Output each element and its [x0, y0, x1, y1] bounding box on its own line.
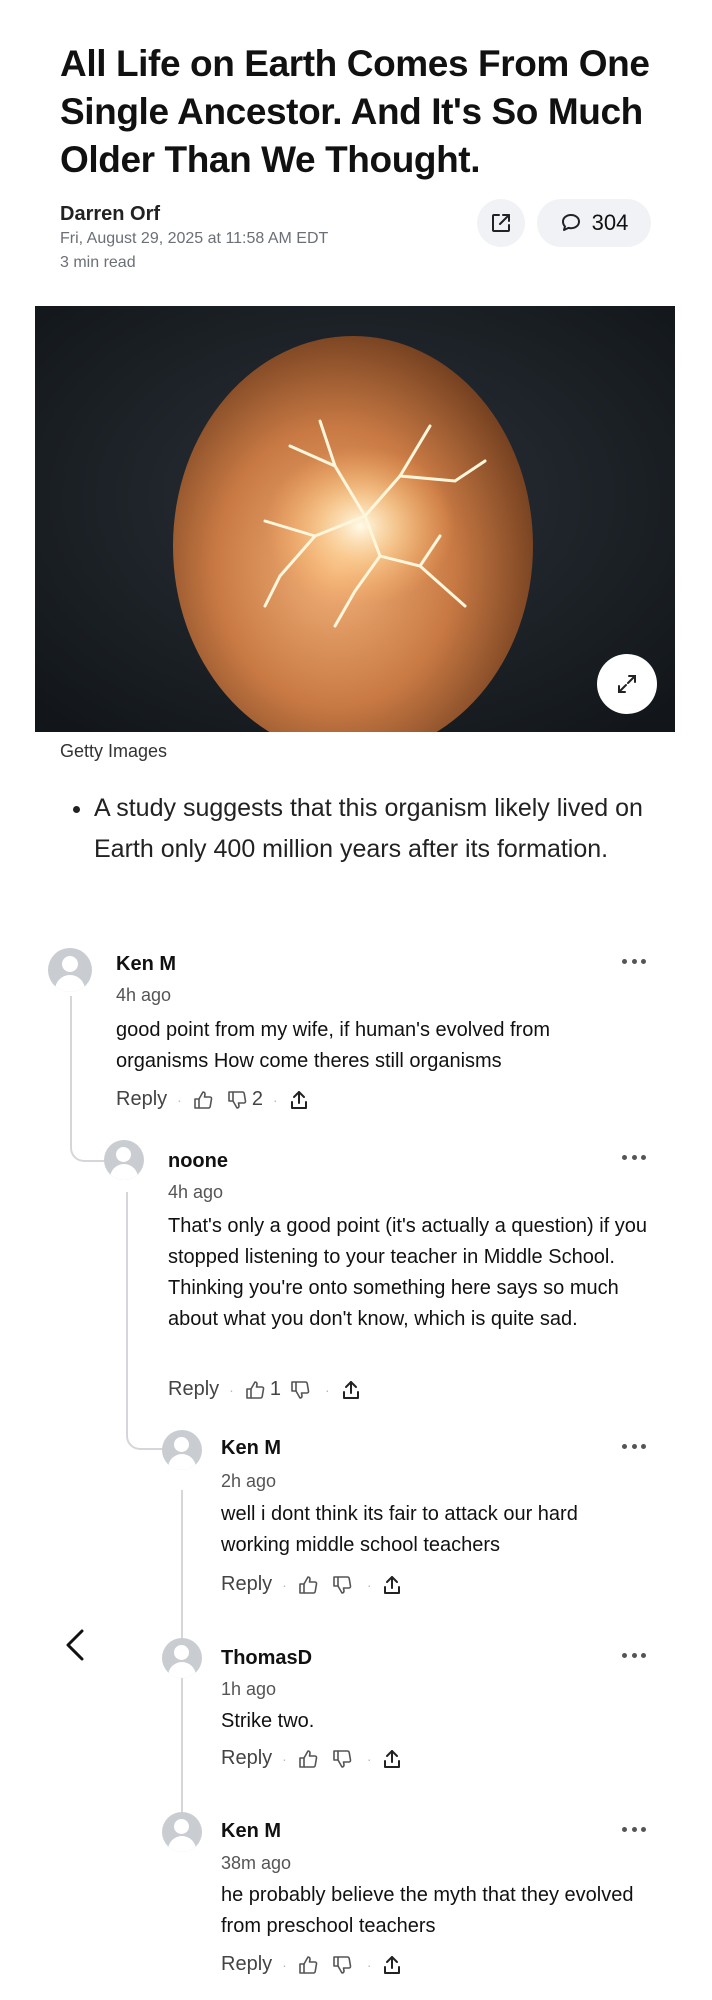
avatar[interactable]	[162, 1638, 202, 1678]
reply-button[interactable]: Reply	[221, 1953, 272, 1976]
thumbs-down-icon[interactable]	[226, 1089, 248, 1111]
comment-text: Strike two.	[221, 1710, 315, 1732]
comment-time: 4h ago	[116, 985, 172, 1005]
commenter-name[interactable]: ThomasD	[221, 1647, 312, 1670]
back-button[interactable]	[60, 1625, 90, 1665]
share-icon	[492, 214, 510, 232]
thumbs-up-icon[interactable]	[244, 1379, 266, 1401]
article-title: All Life on Earth Comes From One Single …	[60, 43, 650, 180]
read-time: 3 min read	[60, 254, 136, 271]
comment-text: well i dont think its fair to attack our…	[221, 1503, 578, 1556]
author-name[interactable]: Darren Orf	[60, 203, 160, 226]
comment-time: 2h ago	[221, 1471, 277, 1491]
comment-actions: Reply · ·	[221, 1747, 403, 1770]
more-dots-icon[interactable]	[622, 959, 646, 965]
comment-count: 304	[591, 210, 629, 235]
comment-actions: Reply · 1 ·	[168, 1378, 362, 1401]
thumbs-down-icon[interactable]	[331, 1954, 353, 1976]
avatar[interactable]	[162, 1430, 202, 1470]
hero-image[interactable]	[35, 306, 675, 732]
dislike-count: 2	[251, 1088, 263, 1110]
like-count: 1	[269, 1378, 281, 1400]
more-dots-icon[interactable]	[622, 1155, 646, 1161]
avatar[interactable]	[104, 1140, 144, 1180]
comment-text: That's only a good point (it's actually …	[168, 1215, 648, 1330]
avatar[interactable]	[162, 1812, 202, 1852]
comment-text: good point from my wife, if human's evol…	[116, 1019, 551, 1072]
commenter-name[interactable]: Ken M	[116, 953, 176, 976]
reply-button[interactable]: Reply	[168, 1378, 219, 1401]
comment-actions: Reply · ·	[221, 1573, 403, 1596]
reply-button[interactable]: Reply	[221, 1747, 272, 1770]
thumbs-down-icon[interactable]	[331, 1748, 353, 1770]
thread-line	[70, 996, 120, 1162]
upload-icon[interactable]	[381, 1574, 403, 1596]
expand-icon	[618, 675, 636, 693]
thumbs-up-icon[interactable]	[297, 1574, 319, 1596]
comment-time: 1h ago	[221, 1679, 277, 1699]
comment-time: 38m ago	[221, 1853, 292, 1873]
thread-line	[126, 1192, 174, 1450]
upload-icon[interactable]	[381, 1954, 403, 1976]
more-dots-icon[interactable]	[622, 1827, 646, 1833]
comments-button[interactable]: 304	[537, 199, 651, 247]
thumbs-up-icon[interactable]	[297, 1954, 319, 1976]
comment-actions: Reply · ·	[221, 1953, 403, 1976]
reply-button[interactable]: Reply	[221, 1573, 272, 1596]
key-point-text: A study suggests that this organism like…	[94, 788, 660, 870]
commenter-name[interactable]: noone	[168, 1150, 228, 1173]
comment-time: 4h ago	[168, 1182, 224, 1202]
thumbs-up-icon[interactable]	[192, 1089, 214, 1111]
upload-icon[interactable]	[288, 1089, 310, 1111]
chevron-left-icon	[66, 1629, 84, 1661]
more-dots-icon[interactable]	[622, 1653, 646, 1659]
thumbs-down-icon[interactable]	[289, 1379, 311, 1401]
comment-actions: Reply · 2 ·	[116, 1088, 310, 1111]
thumbs-up-icon[interactable]	[297, 1748, 319, 1770]
avatar[interactable]	[48, 948, 92, 992]
upload-icon[interactable]	[340, 1379, 362, 1401]
commenter-name[interactable]: Ken M	[221, 1437, 281, 1460]
publish-date: Fri, August 29, 2025 at 11:58 AM EDT	[60, 230, 329, 247]
key-point: A study suggests that this organism like…	[60, 788, 660, 870]
speech-bubble-icon	[561, 214, 580, 231]
image-caption: Getty Images	[60, 741, 168, 761]
reply-button[interactable]: Reply	[116, 1088, 167, 1111]
expand-image-button[interactable]	[597, 654, 657, 714]
more-dots-icon[interactable]	[622, 1444, 646, 1450]
commenter-name[interactable]: Ken M	[221, 1820, 281, 1843]
thumbs-down-icon[interactable]	[331, 1574, 353, 1596]
comment-text: he probably believe the myth that they e…	[221, 1884, 634, 1937]
upload-icon[interactable]	[381, 1748, 403, 1770]
share-button[interactable]	[477, 199, 525, 247]
